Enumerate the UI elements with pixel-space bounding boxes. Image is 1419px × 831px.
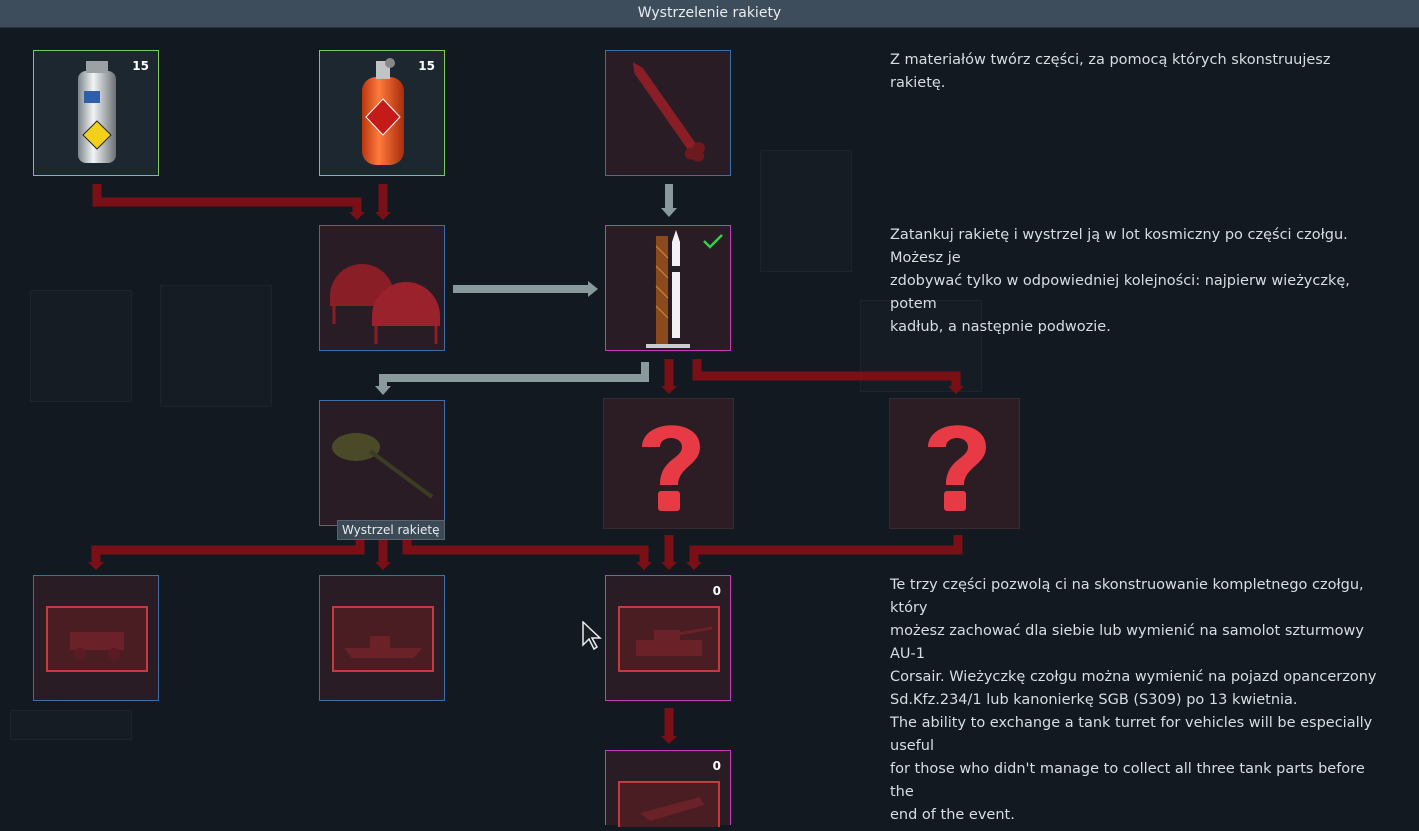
check-icon <box>703 234 723 249</box>
description-line: możesz zachować dla siebie lub wymienić … <box>890 623 1364 662</box>
full-tank-tile[interactable]: 0 <box>605 575 731 701</box>
item-count: 0 <box>712 584 721 598</box>
mouse-cursor-icon <box>582 621 602 651</box>
description-line: The ability to exchange a tank turret fo… <box>890 715 1373 754</box>
fuel-storage-icon <box>330 264 440 344</box>
tank-icon <box>618 606 720 672</box>
hydrogen-tank-tile[interactable]: 15 <box>33 50 159 176</box>
armored-car-icon <box>46 606 148 672</box>
question-mark-icon <box>928 425 986 511</box>
description-line: kadłub, a następnie podwozie. <box>890 319 1111 335</box>
description-line: zdobywać tylko w odpowiedniej kolejności… <box>890 273 1350 312</box>
unknown-chassis-tile[interactable] <box>889 398 1020 529</box>
aircraft-icon <box>618 781 720 827</box>
description-line: for those who didn't manage to collect a… <box>890 761 1365 800</box>
tank-turret-icon <box>332 433 434 499</box>
rocket-tile[interactable] <box>605 50 731 176</box>
gunboat-icon <box>332 606 434 672</box>
description-line: Corsair. Wieżyczkę czołgu można wymienić… <box>890 669 1377 685</box>
description-line: Te trzy części pozwolą ci na skonstruowa… <box>890 577 1364 616</box>
tooltip: Wystrzel rakietę <box>337 520 445 540</box>
question-mark-icon <box>642 425 700 511</box>
description-line: Zatankuj rakietę i wystrzel ją w lot kos… <box>890 227 1348 266</box>
aircraft-tile[interactable]: 0 <box>605 750 731 827</box>
fuel-storage-tile[interactable] <box>319 225 445 351</box>
unknown-hull-tile[interactable] <box>603 398 734 529</box>
description-materials: Z materiałów twórz części, za pomocą któ… <box>890 52 1331 91</box>
tank-turret-tile[interactable] <box>319 400 445 526</box>
armored-car-tile[interactable] <box>33 575 159 701</box>
item-count: 0 <box>712 759 721 773</box>
description-rewards: Te trzy części pozwolą ci na skonstruowa… <box>890 574 1390 827</box>
oxygen-tank-tile[interactable]: 15 <box>319 50 445 176</box>
description-launch: Zatankuj rakietę i wystrzel ją w lot kos… <box>890 224 1390 339</box>
item-count: 15 <box>418 59 435 73</box>
description-line: Sd.Kfz.234/1 lub kanonierkę SGB (S309) p… <box>890 692 1298 708</box>
rocket-icon <box>632 62 705 162</box>
item-count: 15 <box>132 59 149 73</box>
description-line: end of the event. <box>890 807 1015 823</box>
gunboat-tile[interactable] <box>319 575 445 701</box>
launch-pad-tile[interactable] <box>605 225 731 351</box>
